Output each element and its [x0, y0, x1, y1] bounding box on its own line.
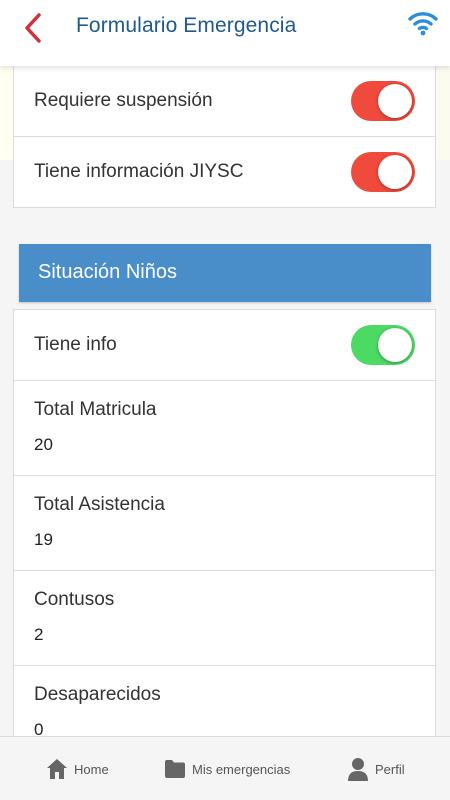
toggle-row-tiene-informacion-jiysc: Tiene información JIYSC	[14, 137, 435, 208]
section-title: Situación Niños	[38, 261, 177, 283]
toggle-knob	[378, 84, 412, 118]
form-content[interactable]: Requiere suspensión Tiene información JI…	[0, 66, 450, 736]
field-label: Total Asistencia	[34, 494, 165, 515]
suspension-card: Requiere suspensión Tiene información JI…	[13, 66, 436, 208]
back-button[interactable]	[18, 10, 48, 46]
chevron-left-icon	[25, 13, 41, 43]
toggle-knob	[378, 328, 412, 362]
field-total-asistencia[interactable]: Total Asistencia 19	[14, 476, 435, 571]
row-label: Requiere suspensión	[34, 90, 213, 111]
field-contusos[interactable]: Contusos 2	[14, 571, 435, 666]
tiene-info-toggle[interactable]	[351, 325, 415, 365]
person-icon	[348, 758, 368, 781]
field-label: Contusos	[34, 589, 115, 610]
wifi-icon	[408, 12, 438, 36]
field-value[interactable]: 19	[34, 530, 53, 550]
nav-item-perfil[interactable]: Perfil	[347, 755, 405, 783]
nav-label: Perfil	[375, 761, 405, 777]
nav-label: Home	[74, 761, 109, 777]
toggle-row-requiere-suspension: Requiere suspensión	[14, 66, 435, 137]
field-label: Total Matricula	[34, 399, 157, 420]
row-label: Tiene información JIYSC	[34, 161, 244, 182]
section-header-situacion-ninos: Situación Niños	[19, 244, 431, 302]
app-header: Formulario Emergencia	[0, 0, 450, 66]
field-total-matricula[interactable]: Total Matricula 20	[14, 381, 435, 476]
field-value[interactable]: 20	[34, 435, 53, 455]
tiene-informacion-jiysc-toggle[interactable]	[351, 152, 415, 192]
app-screen: Formulario Emergencia Requiere suspensió…	[0, 0, 450, 800]
toggle-row-tiene-info: Tiene info	[14, 310, 435, 381]
field-value[interactable]: 2	[34, 625, 43, 645]
requiere-suspension-toggle[interactable]	[351, 81, 415, 121]
folder-icon	[165, 760, 185, 778]
field-desaparecidos[interactable]: Desaparecidos 0	[14, 666, 435, 736]
toggle-knob	[378, 155, 412, 189]
field-value[interactable]: 0	[34, 720, 43, 736]
bottom-navigation: Home Mis emergencias Perfil	[0, 736, 450, 800]
situacion-ninos-card: Tiene info Total Matricula 20 Total Asis…	[13, 309, 436, 736]
field-label: Desaparecidos	[34, 684, 161, 705]
page-title: Formulario Emergencia	[76, 14, 297, 37]
nav-item-mis-emergencias[interactable]: Mis emergencias	[164, 755, 290, 783]
nav-item-home[interactable]: Home	[46, 755, 109, 783]
home-icon	[47, 759, 67, 779]
nav-label: Mis emergencias	[192, 761, 291, 777]
row-label: Tiene info	[34, 334, 117, 355]
